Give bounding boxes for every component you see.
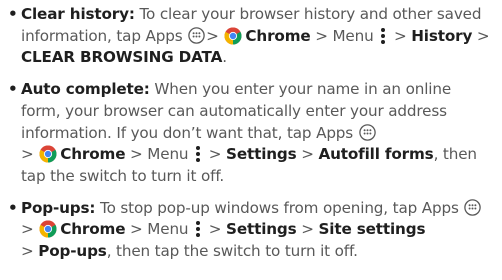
chrome-icon — [224, 27, 242, 45]
bullet-dot: • — [8, 80, 18, 99]
path-separator: > — [301, 145, 314, 164]
path-step-autofill-forms: Autofill forms — [318, 145, 434, 164]
apps-icon — [359, 123, 376, 141]
item-term: Pop-ups: — [21, 198, 96, 217]
list-item-clear-history: • Clear history: To clear your browser h… — [8, 4, 494, 69]
path-step-settings: Settings — [226, 145, 297, 164]
path-step-settings: Settings — [226, 220, 297, 239]
chrome-label: Chrome — [60, 220, 126, 239]
help-document: • Clear history: To clear your browser h… — [0, 0, 502, 280]
chrome-icon — [39, 220, 57, 238]
path-separator: > — [21, 220, 34, 239]
path-step-clear-browsing-data: CLEAR BROWSING DATA — [21, 48, 223, 67]
item-text: To stop pop-up windows from opening, tap… — [95, 198, 464, 217]
apps-icon — [464, 198, 482, 216]
list-item-auto-complete: • Auto complete: When you enter your nam… — [8, 79, 494, 188]
path-step-history: History — [411, 26, 473, 45]
path-separator: > — [206, 26, 219, 45]
item-text: > Menu — [310, 26, 379, 45]
item-text-end: . — [222, 48, 227, 67]
item-text: > Menu — [125, 145, 194, 164]
path-separator: > — [21, 145, 34, 164]
bullet-dot: • — [8, 198, 18, 217]
overflow-menu-icon — [196, 146, 201, 163]
overflow-menu-icon — [381, 27, 386, 44]
chrome-label: Chrome — [60, 145, 126, 164]
path-separator: > — [393, 26, 407, 45]
item-term: Auto complete: — [21, 80, 150, 99]
overflow-menu-icon — [196, 221, 201, 238]
apps-icon — [188, 26, 205, 44]
path-separator: > — [208, 220, 222, 239]
chrome-icon — [39, 145, 57, 163]
path-separator: > — [476, 26, 490, 45]
tips-list: • Clear history: To clear your browser h… — [8, 4, 494, 263]
item-text: > Menu — [125, 220, 194, 239]
item-text-end: , then tap the switch to turn it off. — [106, 242, 358, 261]
path-separator: > — [21, 242, 34, 261]
path-separator: > — [301, 220, 314, 239]
list-item-pop-ups: • Pop-ups: To stop pop-up windows from o… — [8, 198, 494, 263]
chrome-label: Chrome — [245, 26, 311, 45]
path-step-site-settings: Site settings — [318, 220, 426, 239]
path-step-pop-ups: Pop-ups — [38, 242, 107, 261]
item-term: Clear history: — [21, 5, 135, 23]
bullet-dot: • — [8, 5, 18, 23]
path-separator: > — [208, 145, 222, 164]
